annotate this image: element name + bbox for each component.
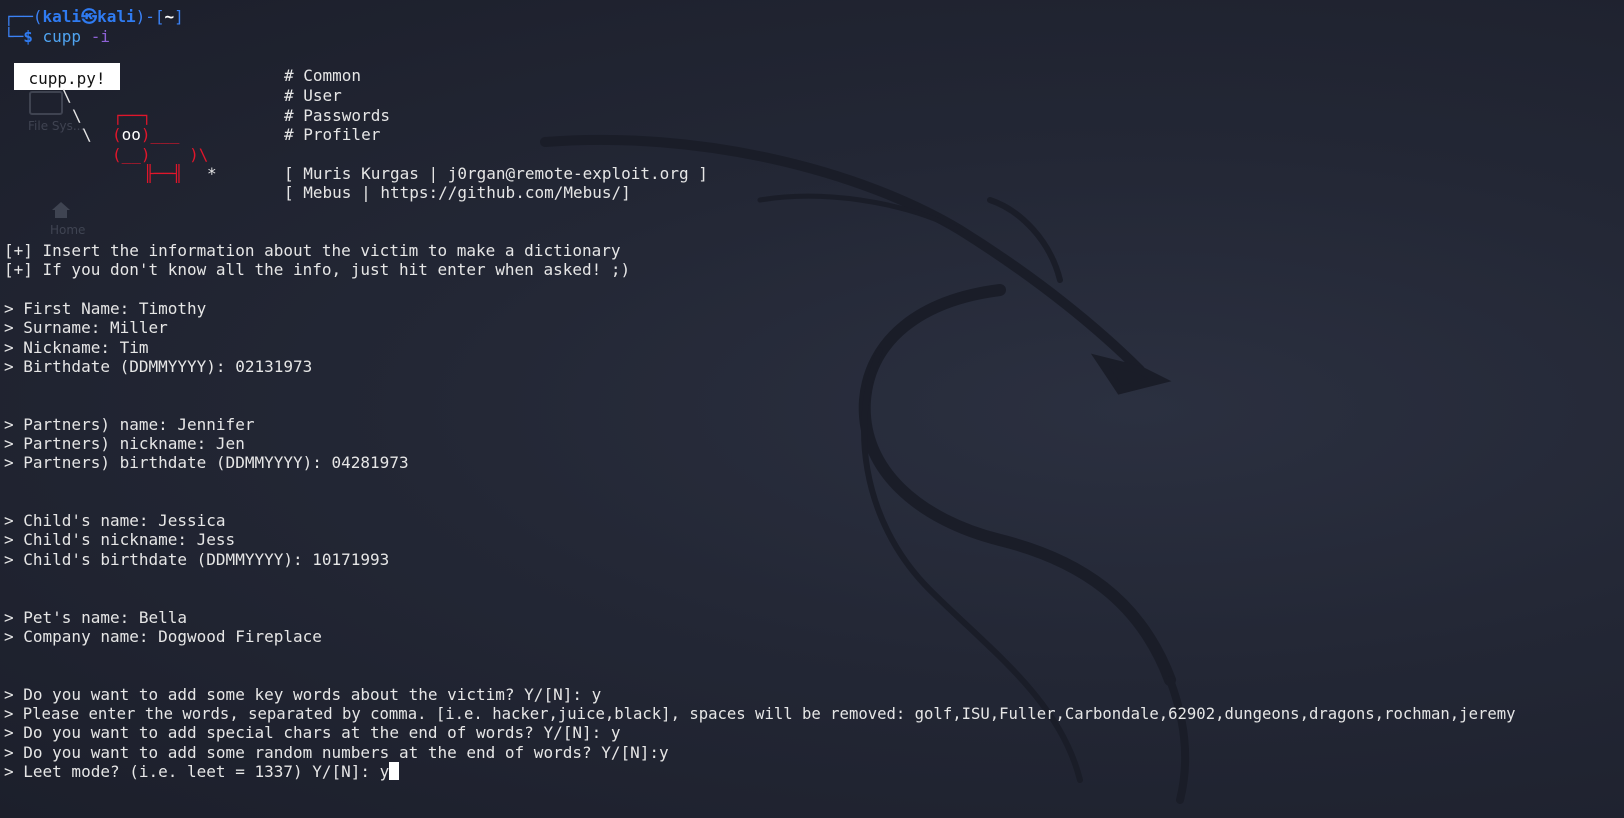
answer-leet-mode-row[interactable]: > Leet mode? (i.e. leet = 1337) Y/[N]: y xyxy=(4,762,400,782)
answer-child-nickname: > Child's nickname: Jess xyxy=(4,530,236,549)
ascii-cow-legs: ╟──╢ xyxy=(144,164,183,183)
answer-pet-name: > Pet's name: Bella xyxy=(4,608,188,627)
command-text: cupp xyxy=(42,27,82,46)
terminal-output[interactable]: ┌──(kali㉿kali)-[~] └─$ cupp -i cupp.py! … xyxy=(0,0,1624,818)
ascii-cow-body: (__) )\ xyxy=(112,145,209,164)
info-line-1: [+] Insert the information about the vic… xyxy=(4,241,621,260)
answer-birthdate: > Birthdate (DDMMYYYY): 02131973 xyxy=(4,357,313,376)
answer-partner-name: > Partners) name: Jennifer xyxy=(4,415,255,434)
answer-nickname: > Nickname: Tim xyxy=(4,338,149,357)
terminal-cursor xyxy=(389,762,400,780)
ascii-line-1: \ xyxy=(62,86,72,105)
answer-child-name: > Child's name: Jessica xyxy=(4,511,226,530)
answer-keywords: > Please enter the words, separated by c… xyxy=(4,705,1516,723)
answer-keywords-question: > Do you want to add some key words abou… xyxy=(4,685,602,704)
ascii-cow-ears: ┌──┐ xyxy=(113,106,152,125)
ascii-star: * xyxy=(207,164,217,183)
answer-company-name: > Company name: Dogwood Fireplace xyxy=(4,627,322,646)
banner-credit-mebus: [ Mebus | https://github.com/Mebus/] xyxy=(284,183,631,202)
info-line-2: [+] If you don't know all the info, just… xyxy=(4,260,631,279)
banner-line-common: # Common xyxy=(284,66,362,85)
answer-partner-nickname: > Partners) nickname: Jen xyxy=(4,434,245,453)
answer-surname: > Surname: Miller xyxy=(4,318,168,337)
banner-credit-kurgas: [ Muris Kurgas | j0rgan@remote-exploit.o… xyxy=(284,164,708,183)
answer-child-birthdate: > Child's birthdate (DDMMYYYY): 10171993 xyxy=(4,550,390,569)
ascii-line-3: \ xyxy=(82,125,92,144)
prompt-user: kali xyxy=(42,7,82,26)
ascii-cow-face: (oo)___ xyxy=(112,125,180,144)
answer-first-name: > First Name: Timothy xyxy=(4,299,207,318)
answer-random-numbers: > Do you want to add some random numbers… xyxy=(4,743,669,762)
answer-special-chars: > Do you want to add special chars at th… xyxy=(4,723,621,742)
prompt-host: kali xyxy=(97,7,136,26)
prompt-header: ┌──(kali㉿kali)-[~] xyxy=(4,7,184,26)
command-flag: -i xyxy=(90,27,110,46)
ascii-line-2: \ xyxy=(72,106,82,125)
prompt-command-line: └─$ cupp -i xyxy=(4,27,110,46)
banner-line-profiler: # Profiler xyxy=(284,125,381,144)
banner-line-user: # User xyxy=(284,86,342,105)
answer-partner-birthdate: > Partners) birthdate (DDMMYYYY): 042819… xyxy=(4,453,409,472)
banner-line-passwords: # Passwords xyxy=(284,106,390,125)
answer-leet-mode: > Leet mode? (i.e. leet = 1337) Y/[N]: y xyxy=(4,762,390,781)
prompt-dir: ~ xyxy=(164,7,175,26)
